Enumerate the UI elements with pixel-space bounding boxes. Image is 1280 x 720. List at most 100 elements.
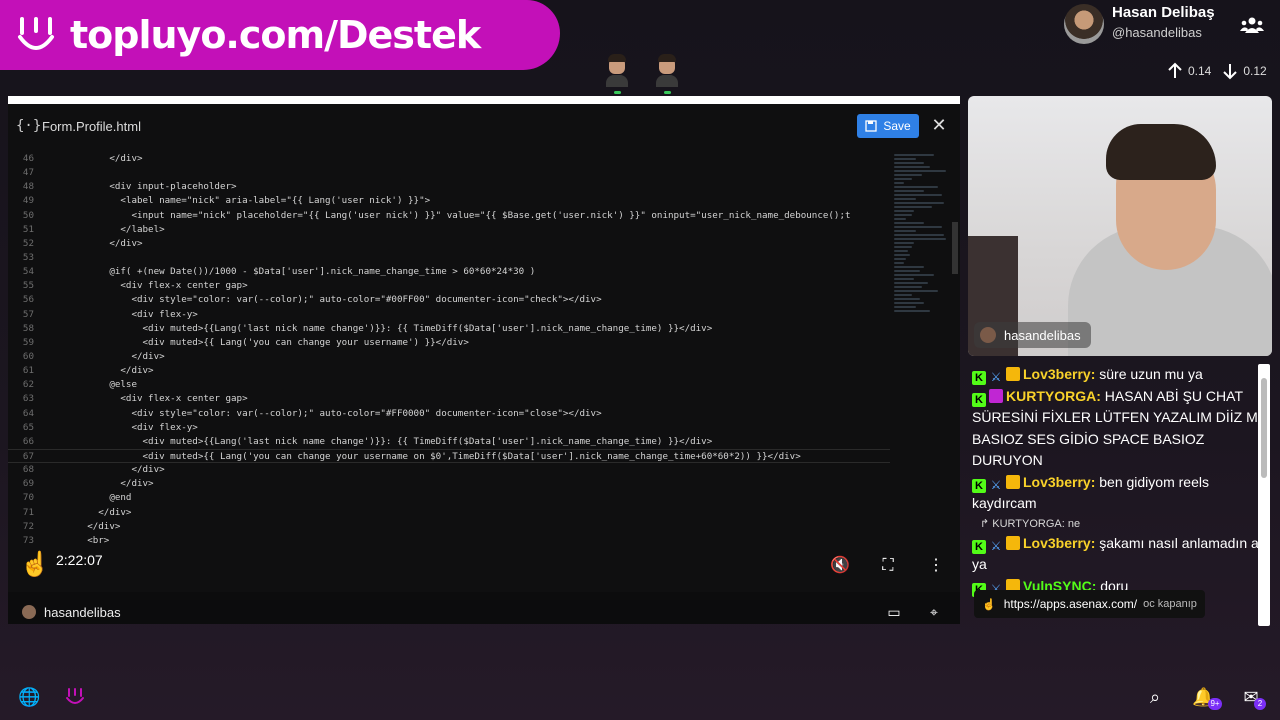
code-line[interactable]: 64 <div style="color: var(--color);" aut… bbox=[8, 407, 890, 421]
chat-message[interactable]: K KURTYORGA: HASAN ABİ ŞU CHAT SÜRESİNİ F… bbox=[968, 386, 1272, 472]
code-line[interactable]: 55 <div flex-x center gap> bbox=[8, 279, 890, 293]
code-line[interactable]: 59 <div muted>{{ Lang('you can change yo… bbox=[8, 336, 890, 350]
minimap-line bbox=[894, 242, 914, 244]
code-text: <div flex-y> bbox=[54, 308, 198, 320]
fullscreen-icon[interactable]: ⛶ bbox=[878, 556, 898, 576]
editor-scrollbar[interactable] bbox=[952, 222, 958, 274]
code-line[interactable]: 71 </div> bbox=[8, 506, 890, 520]
minimap-line bbox=[894, 270, 920, 272]
minimap-line bbox=[894, 154, 934, 156]
code-line[interactable]: 73 <br> bbox=[8, 534, 890, 548]
bottom-bar: 🌐 ⌕ 🔔 ✉ bbox=[0, 676, 1280, 720]
file-name: Form.Profile.html bbox=[42, 118, 141, 134]
code-text: </label> bbox=[54, 223, 165, 235]
brand-banner[interactable]: topluyo.com/Destek bbox=[0, 0, 560, 70]
sword-badge-icon: ⚔ bbox=[990, 370, 1002, 384]
code-line[interactable]: 48 <div input-placeholder> bbox=[8, 180, 890, 194]
code-text: <br> bbox=[54, 534, 110, 546]
webcam-label[interactable]: hasandelibas bbox=[974, 322, 1091, 348]
code-text: @else bbox=[54, 379, 137, 391]
code-line[interactable]: 58 <div muted>{{Lang('last nick name cha… bbox=[8, 322, 890, 336]
chat-username[interactable]: Lov3berry: bbox=[1023, 535, 1095, 551]
code-line[interactable]: 50 <input name="nick" placeholder="{{ La… bbox=[8, 209, 890, 223]
minimap-line bbox=[894, 218, 906, 220]
crown-badge-icon bbox=[1006, 535, 1020, 550]
code-line[interactable]: 51 </label> bbox=[8, 223, 890, 237]
more-options-icon[interactable]: ⋮ bbox=[926, 556, 946, 576]
chat-username[interactable]: Lov3berry: bbox=[1023, 474, 1095, 490]
code-text: </div> bbox=[54, 464, 165, 476]
code-line[interactable]: 68 </div> bbox=[8, 463, 890, 477]
minimap-line bbox=[894, 190, 924, 192]
profile-card[interactable]: Hasan Delibaş @hasandelibas bbox=[1064, 4, 1264, 44]
line-number: 55 bbox=[22, 280, 34, 292]
chat-panel[interactable]: K ⚔ Lov3berry: süre uzun mu ya K KURTYORGA: … bbox=[968, 364, 1272, 626]
code-text: <div style="color: var(--color);" auto-c… bbox=[54, 294, 602, 306]
save-label: Save bbox=[883, 119, 911, 133]
code-line[interactable]: 65 <div flex-y> bbox=[8, 421, 890, 435]
code-line[interactable]: 60 </div> bbox=[8, 350, 890, 364]
stream-player[interactable]: {·} Form.Profile.html Save ✕ 46 </div> 47… bbox=[8, 96, 960, 624]
viewer-avatar[interactable] bbox=[656, 54, 678, 94]
code-text: @end bbox=[54, 492, 132, 504]
code-line[interactable]: 52 </div> bbox=[8, 237, 890, 251]
viewer-avatar[interactable] bbox=[606, 54, 628, 94]
minimap-line bbox=[894, 274, 934, 276]
topluyo-icon[interactable] bbox=[64, 686, 86, 708]
close-icon[interactable]: ✕ bbox=[930, 116, 948, 134]
channel-name[interactable]: hasandelibas bbox=[44, 605, 121, 620]
line-number: 62 bbox=[22, 379, 34, 391]
code-line[interactable]: 53 bbox=[8, 251, 890, 265]
code-line[interactable]: 67 <div muted>{{ Lang('you can change yo… bbox=[8, 448, 890, 464]
code-text: </div> bbox=[54, 153, 143, 164]
screenshot-icon[interactable]: ⌖ bbox=[924, 602, 944, 622]
code-editor[interactable]: 46 </div> 47 48 <div input-placeholder> 49 … bbox=[8, 152, 890, 564]
minimap-line bbox=[894, 310, 930, 312]
globe-icon[interactable]: 🌐 bbox=[18, 686, 40, 708]
chat-message[interactable]: K ⚔ Lov3berry: ben gidiyom reels kaydırcam bbox=[968, 472, 1272, 515]
minimap-line bbox=[894, 258, 906, 260]
line-number: 57 bbox=[22, 308, 34, 320]
chat-message[interactable]: K ⚔ Lov3berry: süre uzun mu ya bbox=[968, 364, 1272, 386]
code-line[interactable]: 57 <div flex-y> bbox=[8, 308, 890, 322]
line-number: 61 bbox=[22, 365, 34, 377]
code-line[interactable]: 56 <div style="color: var(--color);" aut… bbox=[8, 293, 890, 307]
people-icon[interactable] bbox=[1240, 14, 1264, 36]
code-line[interactable]: 70 @end bbox=[8, 491, 890, 505]
code-line[interactable]: 46 </div> bbox=[8, 152, 890, 166]
code-line[interactable]: 61 </div> bbox=[8, 364, 890, 378]
stream-time: 2:22:07 bbox=[56, 552, 103, 568]
save-button[interactable]: Save bbox=[857, 114, 919, 138]
search-icon[interactable]: ⌕ bbox=[1144, 686, 1166, 708]
minimap-line bbox=[894, 250, 908, 252]
line-number: 73 bbox=[22, 534, 34, 546]
line-number: 49 bbox=[22, 195, 34, 207]
code-text: <div muted>{{Lang('last nick name change… bbox=[54, 322, 713, 334]
code-line[interactable]: 66 <div muted>{{Lang('last nick name cha… bbox=[8, 435, 890, 449]
line-number: 70 bbox=[22, 492, 34, 504]
code-line[interactable]: 63 <div flex-x center gap> bbox=[8, 392, 890, 406]
code-line[interactable]: 69 </div> bbox=[8, 477, 890, 491]
chat-message[interactable]: K ⚔ Lov3berry: şakamı nasıl anlamadın abi … bbox=[968, 533, 1272, 576]
code-line[interactable]: 49 <label name="nick" aria-label="{{ Lan… bbox=[8, 194, 890, 208]
chat-scrollbar[interactable] bbox=[1258, 364, 1270, 626]
editor-header: {·} Form.Profile.html Save ✕ bbox=[8, 104, 960, 148]
link-tooltip[interactable]: ☝ https://apps.asenax.com/ oc kapanıp bbox=[974, 590, 1205, 618]
code-line[interactable]: 62 @else bbox=[8, 378, 890, 392]
code-line[interactable]: 47 bbox=[8, 166, 890, 180]
theater-mode-icon[interactable]: ▭ bbox=[884, 602, 904, 622]
crown-badge-icon bbox=[1006, 367, 1020, 381]
code-line[interactable]: 54 @if( +(new Date())/1000 - $Data['user… bbox=[8, 265, 890, 279]
mute-icon[interactable]: 🔇 bbox=[830, 556, 850, 576]
reply-reference[interactable]: ↱ KURTYORGA: ne bbox=[968, 515, 1272, 533]
chat-username[interactable]: Lov3berry: bbox=[1023, 366, 1095, 382]
code-minimap[interactable] bbox=[894, 152, 950, 412]
webcam-feed: hasandelibas bbox=[968, 96, 1272, 356]
avatar[interactable] bbox=[1064, 4, 1104, 44]
line-number: 59 bbox=[22, 336, 34, 348]
minimap-line bbox=[894, 294, 912, 296]
minimap-line bbox=[894, 278, 914, 280]
channel-avatar[interactable] bbox=[22, 605, 36, 619]
code-line[interactable]: 72 </div> bbox=[8, 520, 890, 534]
chat-username[interactable]: KURTYORGA: bbox=[1006, 388, 1101, 404]
